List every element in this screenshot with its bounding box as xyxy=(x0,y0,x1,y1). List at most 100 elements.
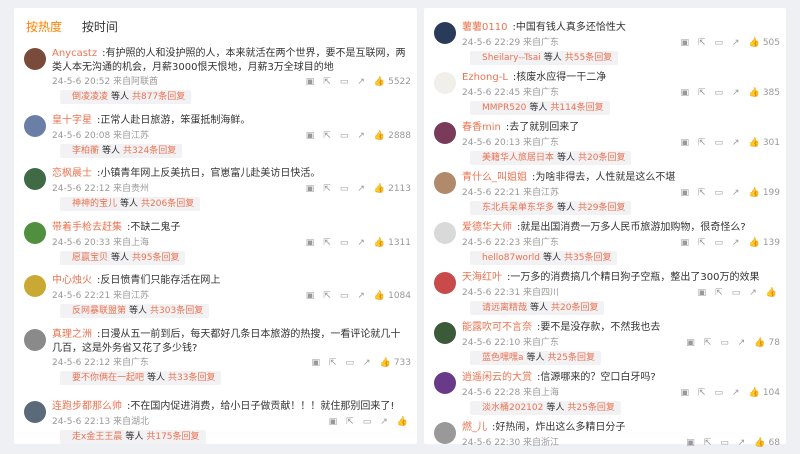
share-icon[interactable]: ⇱ xyxy=(323,183,331,195)
like-icon[interactable]: 👍 xyxy=(749,137,760,149)
reply-count[interactable]: 共95条回复 xyxy=(132,253,179,263)
comment-username[interactable]: 连跑步都那么帅 xyxy=(52,401,122,412)
sort-hot-tab[interactable]: 按热度 xyxy=(26,18,62,35)
reply-summary[interactable]: 倒凌凌凌 等人 共877条回复 xyxy=(60,90,192,104)
expand-icon[interactable]: ↗ xyxy=(738,437,746,449)
share-icon[interactable]: ⇱ xyxy=(698,237,706,249)
share-icon[interactable]: ⇱ xyxy=(323,290,331,302)
comment-icon[interactable]: ▭ xyxy=(340,130,349,142)
avatar[interactable] xyxy=(24,401,46,423)
share-icon[interactable]: ⇱ xyxy=(704,437,712,449)
reply-username[interactable]: 要不你俩在一起吧 xyxy=(72,373,144,383)
expand-icon[interactable]: ↗ xyxy=(357,237,365,249)
reply-username[interactable]: MMPR520 xyxy=(482,103,526,113)
avatar[interactable] xyxy=(434,372,456,394)
reply-summary[interactable]: 反网暴联盟第 等人 共303条回复 xyxy=(60,304,210,318)
image-icon[interactable]: ▣ xyxy=(306,290,315,302)
comment-icon[interactable]: ▭ xyxy=(732,287,741,299)
image-icon[interactable]: ▣ xyxy=(306,76,315,88)
image-icon[interactable]: ▣ xyxy=(306,130,315,142)
share-icon[interactable]: ⇱ xyxy=(704,337,712,349)
avatar[interactable] xyxy=(24,115,46,137)
image-icon[interactable]: ▣ xyxy=(698,287,707,299)
reply-summary[interactable]: 淡水桶202102 等人 共25条回复 xyxy=(470,401,621,415)
reply-count[interactable]: 共303条回复 xyxy=(150,306,203,316)
image-icon[interactable]: ▣ xyxy=(311,357,320,369)
share-icon[interactable]: ⇱ xyxy=(323,237,331,249)
reply-username[interactable]: 淡水桶202102 xyxy=(482,403,543,413)
avatar[interactable] xyxy=(24,168,46,190)
comment-icon[interactable]: ▭ xyxy=(340,183,349,195)
reply-count[interactable]: 共35条回复 xyxy=(564,253,611,263)
image-icon[interactable]: ▣ xyxy=(686,337,695,349)
image-icon[interactable]: ▣ xyxy=(306,183,315,195)
reply-count[interactable]: 共33条回复 xyxy=(168,373,215,383)
reply-username[interactable]: 美籍华人旅居日本 xyxy=(482,153,554,163)
like-icon[interactable]: 👍 xyxy=(749,237,760,249)
image-icon[interactable]: ▣ xyxy=(306,237,315,249)
reply-count[interactable]: 共25条回复 xyxy=(567,403,614,413)
comment-username[interactable]: 青什么_叫姐姐 xyxy=(462,172,527,183)
image-icon[interactable]: ▣ xyxy=(686,437,695,449)
reply-username[interactable]: 神神的宝儿 xyxy=(72,199,117,209)
comment-username[interactable]: Anycastz xyxy=(52,48,97,59)
reply-summary[interactable]: 请远离精哉 等人 共20条回复 xyxy=(470,301,605,315)
like-icon[interactable]: 👍 xyxy=(766,287,777,299)
reply-count[interactable]: 共175条回复 xyxy=(146,432,199,442)
expand-icon[interactable]: ↗ xyxy=(732,187,740,199)
expand-icon[interactable]: ↗ xyxy=(363,357,371,369)
avatar[interactable] xyxy=(434,122,456,144)
share-icon[interactable]: ⇱ xyxy=(323,130,331,142)
sort-time-tab[interactable]: 按时间 xyxy=(82,18,118,35)
share-icon[interactable]: ⇱ xyxy=(698,187,706,199)
expand-icon[interactable]: ↗ xyxy=(357,76,365,88)
expand-icon[interactable]: ↗ xyxy=(732,37,740,49)
avatar[interactable] xyxy=(24,329,46,351)
avatar[interactable] xyxy=(24,275,46,297)
image-icon[interactable]: ▣ xyxy=(329,416,338,428)
comment-icon[interactable]: ▭ xyxy=(715,237,724,249)
like-icon[interactable]: 👍 xyxy=(754,337,765,349)
comment-icon[interactable]: ▭ xyxy=(363,416,372,428)
like-icon[interactable]: 👍 xyxy=(397,416,408,428)
avatar[interactable] xyxy=(24,48,46,70)
reply-summary[interactable]: 美籍华人旅居日本 等人 共20条回复 xyxy=(470,151,632,165)
comment-username[interactable]: 薯薯0110 xyxy=(462,22,507,33)
comment-icon[interactable]: ▭ xyxy=(720,337,729,349)
comment-username[interactable]: 恋枫晨士 xyxy=(52,168,92,179)
expand-icon[interactable]: ↗ xyxy=(738,337,746,349)
like-icon[interactable]: 👍 xyxy=(749,387,760,399)
reply-summary[interactable]: hello87world 等人 共35条回复 xyxy=(470,251,618,265)
expand-icon[interactable]: ↗ xyxy=(732,387,740,399)
comment-icon[interactable]: ▭ xyxy=(346,357,355,369)
like-icon[interactable]: 👍 xyxy=(374,130,385,142)
reply-summary[interactable]: 走x金王王晨 等人 共175条回复 xyxy=(60,430,206,444)
comment-icon[interactable]: ▭ xyxy=(340,76,349,88)
like-icon[interactable]: 👍 xyxy=(374,183,385,195)
reply-username[interactable]: 走x金王王晨 xyxy=(72,432,122,442)
comment-username[interactable]: 爱德华大师 xyxy=(462,222,512,233)
expand-icon[interactable]: ↗ xyxy=(357,183,365,195)
expand-icon[interactable]: ↗ xyxy=(357,130,365,142)
image-icon[interactable]: ▣ xyxy=(680,187,689,199)
share-icon[interactable]: ⇱ xyxy=(323,76,331,88)
reply-username[interactable]: 倒凌凌凌 xyxy=(72,92,108,102)
reply-count[interactable]: 共324条回复 xyxy=(123,146,176,156)
like-icon[interactable]: 👍 xyxy=(380,357,391,369)
share-icon[interactable]: ⇱ xyxy=(329,357,337,369)
expand-icon[interactable]: ↗ xyxy=(732,137,740,149)
comment-icon[interactable]: ▭ xyxy=(340,290,349,302)
comment-icon[interactable]: ▭ xyxy=(715,137,724,149)
avatar[interactable] xyxy=(24,222,46,244)
like-icon[interactable]: 👍 xyxy=(749,87,760,99)
like-icon[interactable]: 👍 xyxy=(754,437,765,449)
avatar[interactable] xyxy=(434,22,456,44)
comment-icon[interactable]: ▭ xyxy=(715,187,724,199)
comment-icon[interactable]: ▭ xyxy=(720,437,729,449)
reply-summary[interactable]: Sheilary--Tsai 等人 共55条回复 xyxy=(470,51,619,65)
like-icon[interactable]: 👍 xyxy=(749,187,760,199)
share-icon[interactable]: ⇱ xyxy=(715,287,723,299)
expand-icon[interactable]: ↗ xyxy=(732,237,740,249)
avatar[interactable] xyxy=(434,72,456,94)
comment-icon[interactable]: ▭ xyxy=(340,237,349,249)
